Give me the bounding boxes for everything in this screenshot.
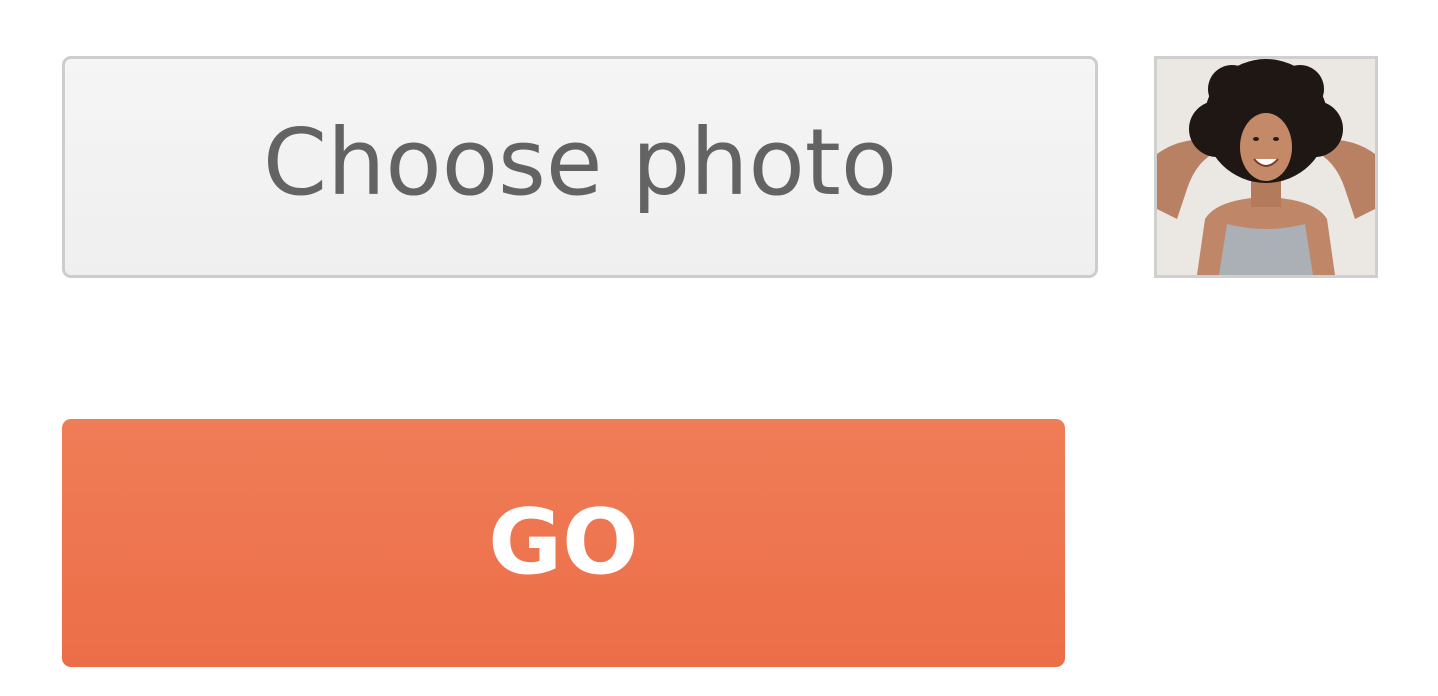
go-label: GO: [488, 490, 639, 595]
portrait-image: [1157, 59, 1375, 275]
photo-preview-thumbnail: [1154, 56, 1378, 278]
choose-photo-button[interactable]: Choose photo: [62, 56, 1098, 278]
go-button[interactable]: GO: [62, 419, 1065, 667]
choose-photo-label: Choose photo: [262, 109, 898, 216]
